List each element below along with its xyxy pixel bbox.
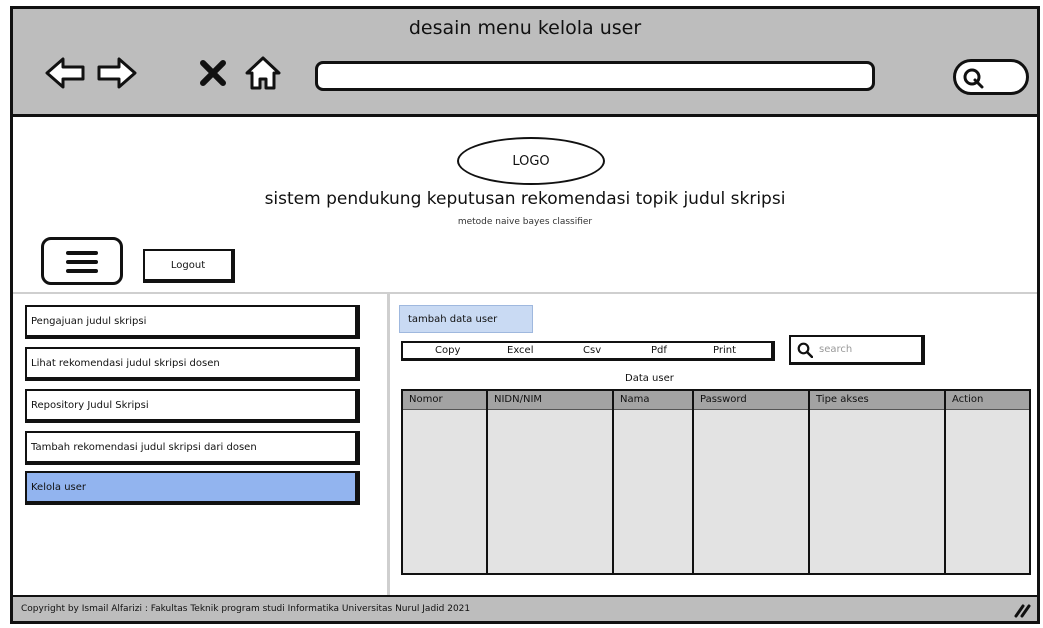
column-header: Tipe akses xyxy=(809,391,946,410)
browser-window: desain menu kelola user LOGO sistem pend… xyxy=(10,6,1040,624)
page-subtitle: metode naive bayes classifier xyxy=(457,217,593,227)
window-title: desain menu kelola user xyxy=(408,17,642,39)
close-icon[interactable] xyxy=(195,53,231,93)
search-icon xyxy=(963,68,984,89)
browser-search-button[interactable] xyxy=(953,59,1029,95)
table-row xyxy=(403,409,1029,573)
excel-button[interactable]: Excel xyxy=(507,345,534,356)
export-toolbar: Copy Excel Csv Pdf Print xyxy=(401,341,775,361)
column-header: Nama xyxy=(613,391,694,410)
pdf-button[interactable]: Pdf xyxy=(651,345,667,356)
logout-button[interactable]: Logout xyxy=(143,249,235,283)
footer: Copyright by Ismail Alfarizi : Fakultas … xyxy=(13,595,1037,621)
page-title: sistem pendukung keputusan rekomendasi t… xyxy=(264,189,786,209)
sidebar-item-kelola-user[interactable]: Kelola user xyxy=(25,471,360,505)
user-table: Nomor NIDN/NIM Nama Password Tipe akses … xyxy=(401,389,1031,575)
sidebar-item-lihat-rekomendasi[interactable]: Lihat rekomendasi judul skripsi dosen xyxy=(25,347,360,381)
copy-button[interactable]: Copy xyxy=(435,345,460,356)
logo: LOGO xyxy=(457,137,605,185)
print-button[interactable]: Print xyxy=(713,345,736,356)
copyright-text: Copyright by Ismail Alfarizi : Fakultas … xyxy=(21,604,471,614)
column-header: Action xyxy=(945,391,1029,410)
sidebar-divider xyxy=(387,292,390,598)
menu-icon xyxy=(66,251,98,273)
sidebar-item-repository[interactable]: Repository Judul Skripsi xyxy=(25,389,360,423)
sidebar-item-pengajuan-judul[interactable]: Pengajuan judul skripsi xyxy=(25,305,360,339)
csv-button[interactable]: Csv xyxy=(583,345,601,356)
column-header: Nomor xyxy=(403,391,488,410)
back-arrow-icon[interactable] xyxy=(43,53,87,93)
hamburger-menu-button[interactable] xyxy=(41,237,123,285)
search-icon xyxy=(797,342,813,358)
add-user-button[interactable]: tambah data user xyxy=(399,305,533,333)
url-input[interactable] xyxy=(315,61,875,91)
column-header: Password xyxy=(693,391,810,410)
table-caption: Data user xyxy=(625,373,674,384)
content-divider xyxy=(13,292,1037,294)
column-header: NIDN/NIM xyxy=(487,391,614,410)
resize-grip-icon[interactable] xyxy=(1013,600,1031,618)
forward-arrow-icon[interactable] xyxy=(95,53,139,93)
home-icon[interactable] xyxy=(243,53,283,93)
table-search-input[interactable]: search xyxy=(789,335,925,365)
search-placeholder: search xyxy=(819,344,853,355)
sidebar-item-tambah-rekomendasi[interactable]: Tambah rekomendasi judul skripsi dari do… xyxy=(25,431,360,465)
browser-toolbar: desain menu kelola user xyxy=(13,9,1037,117)
